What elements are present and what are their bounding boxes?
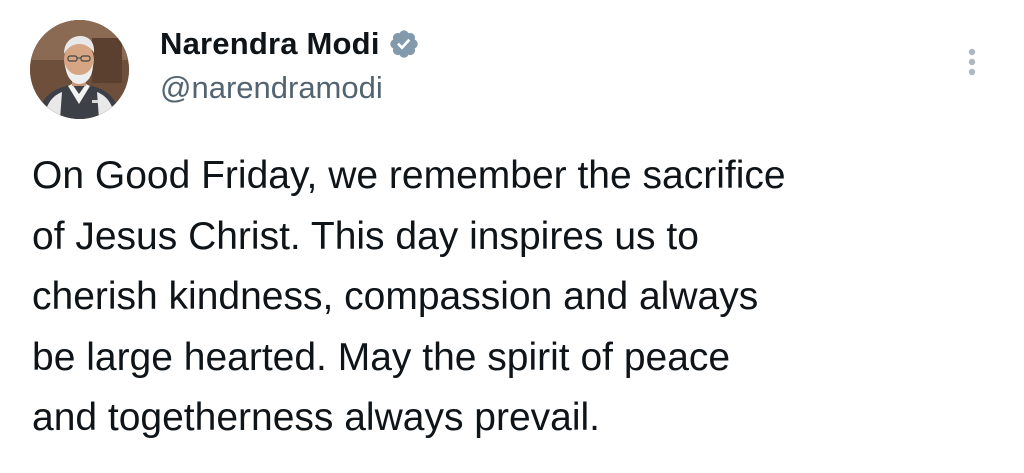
verified-badge-icon bbox=[388, 28, 420, 60]
tweet-text-line: and togetherness always prevail. bbox=[32, 396, 600, 439]
tweet-text-line: of Jesus Christ. This day inspires us to bbox=[32, 214, 699, 258]
avatar-image bbox=[30, 20, 129, 119]
author-avatar[interactable] bbox=[30, 20, 129, 119]
author-display-name[interactable]: Narendra Modi bbox=[160, 26, 380, 62]
author-handle[interactable]: @narendramodi bbox=[160, 70, 383, 106]
tweet-text-line: On Good Friday, we remember the sacrific… bbox=[32, 154, 786, 197]
tweet-card: Narendra Modi @narendramodi On Good Frid… bbox=[0, 0, 1024, 473]
tweet-text-line: be large hearted. May the spirit of peac… bbox=[32, 335, 731, 379]
tweet-text-line: cherish kindness, compassion and always bbox=[32, 275, 759, 318]
more-vertical-icon bbox=[968, 48, 976, 76]
author-name-row: Narendra Modi bbox=[160, 24, 420, 64]
more-options-button[interactable] bbox=[956, 40, 988, 84]
tweet-text: On Good Friday, we remember the sacrific… bbox=[32, 146, 1002, 449]
